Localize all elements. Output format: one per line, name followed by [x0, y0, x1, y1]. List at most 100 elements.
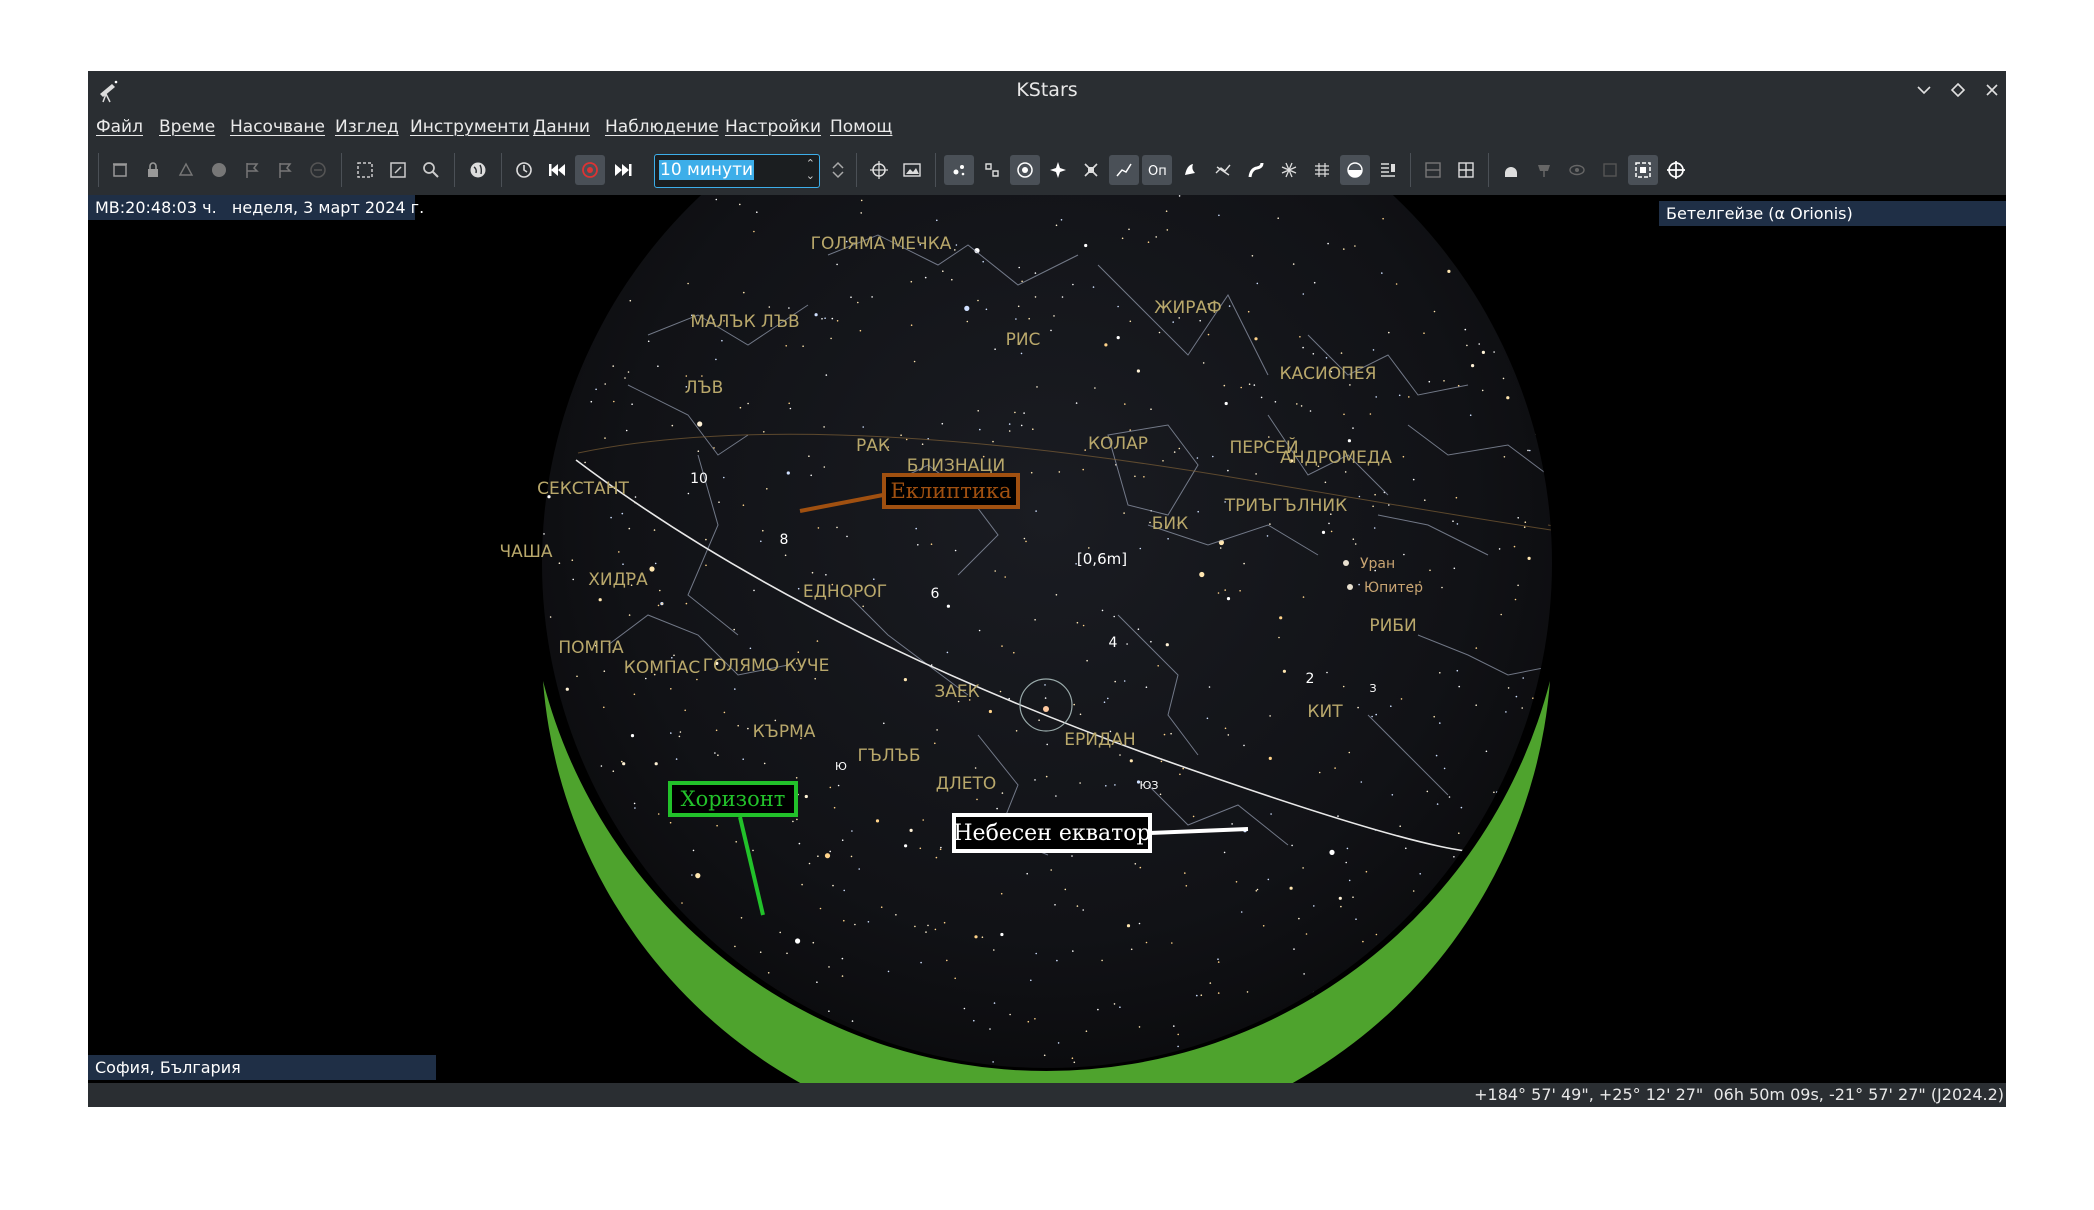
menu-file[interactable]: Файл	[96, 117, 143, 137]
image-icon[interactable]	[897, 155, 927, 185]
flag-icon[interactable]	[237, 155, 267, 185]
toggle-stars-icon[interactable]	[944, 155, 974, 185]
star	[1217, 958, 1219, 960]
star	[1020, 352, 1023, 355]
star	[789, 407, 792, 410]
star	[830, 337, 832, 340]
star	[1027, 1020, 1030, 1023]
menu-view[interactable]: Изглед	[335, 117, 399, 137]
zoom-area-icon[interactable]	[383, 155, 413, 185]
toggle-constellation-names-icon[interactable]: Оп	[1142, 155, 1172, 185]
step-forward-icon[interactable]	[608, 155, 638, 185]
star	[760, 540, 762, 543]
constellation-label: ПОМПА	[558, 638, 624, 658]
sky-map-canvas[interactable]: ГОЛЯМА МЕЧКА МАЛЪК ЛЪВ ЖИРАФ РИС КАСИОПЕЯ ЛЪВ…	[88, 71, 2006, 1107]
star	[913, 360, 916, 363]
toggle-solar-system-icon[interactable]	[1010, 155, 1040, 185]
stop-clock-icon[interactable]	[575, 155, 605, 185]
planet-marker	[1347, 584, 1353, 590]
menu-observation[interactable]: Наблюдение	[605, 117, 719, 137]
menu-data[interactable]: Данни	[533, 117, 590, 137]
star	[624, 377, 626, 379]
toggle-ground-icon[interactable]	[1340, 155, 1370, 185]
star	[567, 906, 569, 908]
star	[1507, 971, 1510, 974]
screenshot-icon[interactable]	[1628, 155, 1658, 185]
flag-alt-icon[interactable]	[270, 155, 300, 185]
time-step-value[interactable]: 10 минути	[659, 160, 755, 180]
menu-settings[interactable]: Настройки	[725, 117, 821, 137]
star	[1493, 351, 1495, 353]
toggle-satellites-icon[interactable]	[1076, 155, 1106, 185]
toggle-supernovae-icon[interactable]	[1043, 155, 1073, 185]
step-backward-icon[interactable]	[542, 155, 572, 185]
star	[954, 549, 957, 552]
constellation-label: ЧАША	[499, 542, 552, 562]
record-icon[interactable]	[204, 155, 234, 185]
star-hop-icon[interactable]	[171, 155, 201, 185]
star	[1303, 973, 1305, 975]
star	[600, 942, 602, 944]
zoom-fit-icon[interactable]	[350, 155, 380, 185]
close-icon[interactable]	[1978, 77, 2006, 105]
spin-arrows-icon[interactable]: ⌃ ⌄	[806, 158, 815, 182]
fov-icon[interactable]	[1451, 155, 1481, 185]
crosshair-icon[interactable]	[1661, 155, 1691, 185]
star	[841, 975, 844, 977]
time-step-units-icon[interactable]	[823, 155, 853, 185]
star	[1177, 1045, 1179, 1048]
star	[797, 587, 800, 590]
star	[1348, 751, 1351, 754]
globe-icon[interactable]	[463, 155, 493, 185]
maximize-icon[interactable]	[1944, 77, 1972, 105]
minimize-icon[interactable]	[1910, 77, 1938, 105]
sky-map[interactable]: ГОЛЯМА МЕЧКА МАЛЪК ЛЪВ ЖИРАФ РИС КАСИОПЕЯ ЛЪВ…	[88, 71, 2006, 1107]
star	[1277, 217, 1279, 219]
star	[549, 793, 552, 795]
star	[1209, 982, 1212, 984]
star	[685, 602, 688, 605]
remove-icon[interactable]	[303, 155, 333, 185]
menu-help[interactable]: Помощ	[830, 117, 892, 137]
star	[977, 299, 979, 302]
finder-icon[interactable]	[1595, 155, 1625, 185]
observatory-icon[interactable]	[105, 155, 135, 185]
toggle-constellation-lines-icon[interactable]	[1109, 155, 1139, 185]
toggle-hips-icon[interactable]	[1373, 155, 1403, 185]
star	[1342, 685, 1345, 688]
star	[1346, 847, 1349, 850]
toggle-horizontal-grid-icon[interactable]	[1307, 155, 1337, 185]
star	[675, 758, 678, 760]
eye-icon[interactable]	[1562, 155, 1592, 185]
time-step-spinbox[interactable]: 10 минути ⌃ ⌄	[654, 154, 820, 188]
telescope-icon[interactable]	[1529, 155, 1559, 185]
star	[1478, 343, 1480, 345]
star	[667, 1042, 669, 1045]
menu-pointing[interactable]: Насочване	[230, 117, 325, 137]
search-icon[interactable]	[416, 155, 446, 185]
constellation-label: ЗАЕК	[934, 682, 979, 702]
toggle-boundaries-icon[interactable]	[1208, 155, 1238, 185]
star	[634, 807, 636, 809]
star	[914, 925, 916, 928]
star	[565, 687, 569, 691]
star	[796, 818, 798, 821]
lock-icon[interactable]	[138, 155, 168, 185]
constellation-label: КЪРМА	[753, 722, 816, 742]
mosaic-icon[interactable]	[1418, 155, 1448, 185]
star	[1340, 352, 1343, 354]
star	[1149, 521, 1151, 524]
ekos-icon[interactable]	[1496, 155, 1526, 185]
star	[1495, 233, 1498, 236]
clock-icon[interactable]	[509, 155, 539, 185]
menu-time[interactable]: Време	[159, 117, 215, 137]
star	[644, 1044, 646, 1047]
star	[992, 1061, 994, 1063]
center-telescope-icon[interactable]	[864, 155, 894, 185]
toggle-constellation-art-icon[interactable]	[1175, 155, 1205, 185]
star	[1507, 1017, 1509, 1019]
menu-tools[interactable]: Инструменти	[410, 117, 529, 137]
toggle-coordinate-grid-icon[interactable]	[1274, 155, 1304, 185]
toggle-milky-way-icon[interactable]	[1241, 155, 1271, 185]
toggle-deep-sky-icon[interactable]	[977, 155, 1007, 185]
